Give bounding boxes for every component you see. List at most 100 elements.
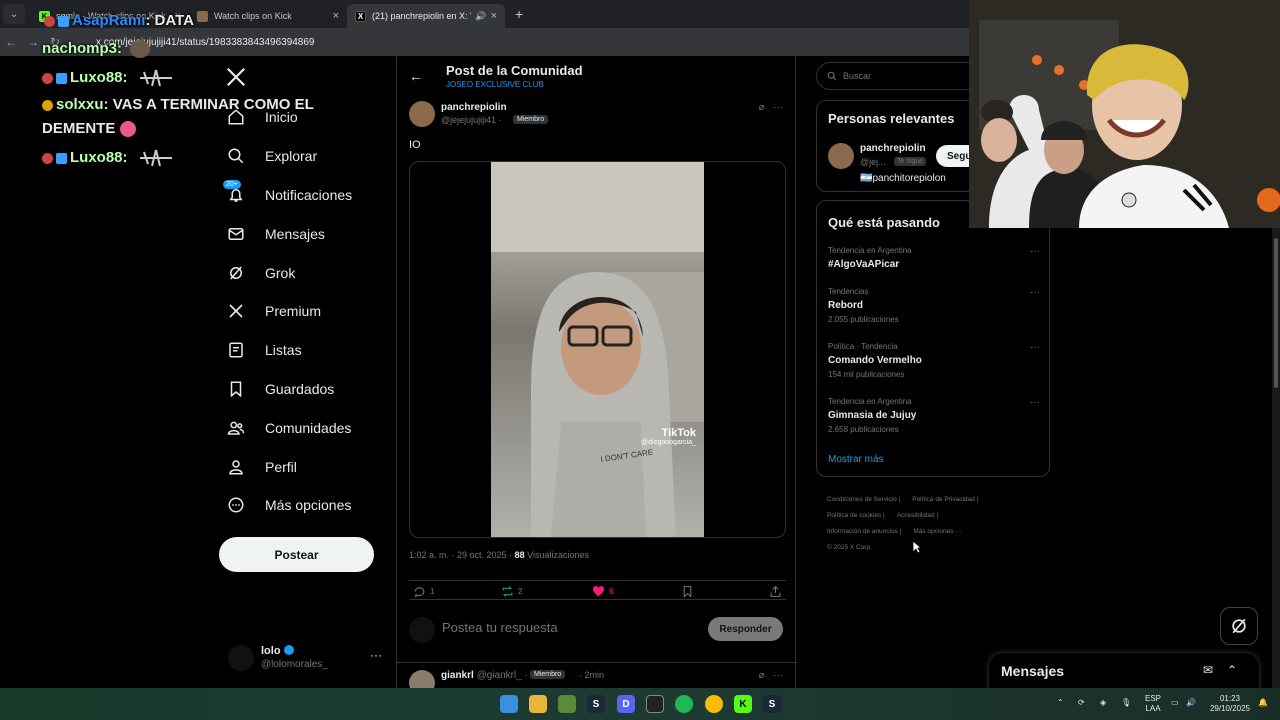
author-name[interactable]: panchrepiolin	[441, 102, 507, 113]
reply-icon	[414, 587, 425, 598]
kick-icon[interactable]: K	[734, 695, 752, 713]
windows-start-icon[interactable]	[500, 695, 518, 713]
sidebar-item-notifications[interactable]: 20+ Notificaciones	[219, 176, 389, 215]
heart-emote-icon	[119, 121, 136, 138]
like-action[interactable]: 6	[592, 585, 613, 598]
mute-tab-icon[interactable]: 🔊	[475, 11, 486, 22]
footer-link[interactable]: Más opciones ···	[913, 528, 961, 535]
file-explorer-icon[interactable]	[529, 695, 547, 713]
video-frame[interactable]: I DON'T CARE TikTok @diegooogarcia_	[491, 162, 704, 537]
badge-icon	[42, 99, 53, 111]
trend-item[interactable]: Política · Tendencia Comando Vermelho 15…	[828, 342, 1040, 379]
back-arrow-icon[interactable]: ←	[409, 68, 423, 84]
forward-arrow-icon[interactable]: →	[22, 35, 44, 49]
sidebar-item-bookmarks[interactable]: Guardados	[219, 370, 389, 409]
post-video[interactable]: I DON'T CARE TikTok @diegooogarcia_	[409, 161, 786, 538]
sidebar-item-communities[interactable]: Comunidades	[219, 408, 389, 447]
sidebar-item-more[interactable]: Más opciones	[219, 486, 389, 525]
messages-drawer[interactable]: Mensajes ✉ ⌃	[989, 653, 1259, 693]
show-more-link[interactable]: Mostrar más	[828, 454, 884, 465]
plane-emote-icon	[139, 149, 172, 167]
community-link[interactable]: JOSEO EXCLUSIVE CLUB	[446, 80, 544, 89]
person-icon	[229, 459, 243, 475]
sidebar-item-label: Explorar	[265, 148, 318, 165]
grok-icon[interactable]: ⌀	[759, 670, 765, 681]
volume-icon[interactable]: 🔊	[1186, 698, 1196, 708]
sidebar-item-label: Perfil	[265, 458, 297, 475]
chat-username: Luxo88	[70, 68, 123, 86]
author-handle[interactable]: @jejejujujiji41 ·	[441, 115, 502, 125]
tab-search-button[interactable]: ⌄	[3, 4, 25, 24]
page-scrollbar[interactable]	[1272, 228, 1280, 688]
avatar[interactable]	[409, 101, 435, 127]
more-dots-icon[interactable]: ···	[1030, 397, 1040, 408]
back-arrow-icon[interactable]: ←	[0, 35, 22, 49]
repost-action[interactable]: 2	[501, 585, 522, 598]
post-button[interactable]: Postear	[219, 537, 374, 572]
discord-icon[interactable]: D	[617, 695, 635, 713]
section-title: Qué está pasando	[828, 215, 940, 230]
close-tab-icon[interactable]: ×	[333, 10, 339, 22]
trend-item[interactable]: Tendencia en Argentina #AlgoVaAPicar ···	[828, 246, 1040, 270]
trend-item[interactable]: Tendencia en Argentina Gimnasia de Jujuy…	[828, 397, 1040, 434]
chevron-up-icon[interactable]: ⌃	[1057, 698, 1064, 708]
heart-icon	[593, 586, 604, 597]
share-action[interactable]	[769, 585, 786, 598]
reply-button[interactable]: Responder	[708, 617, 783, 641]
notification-bell-icon[interactable]: 🔔	[1258, 698, 1268, 708]
steam-icon[interactable]: S	[763, 695, 781, 713]
microphone-icon[interactable]: 🎙	[1121, 698, 1131, 708]
spotify-icon[interactable]	[675, 695, 693, 713]
reply-action[interactable]: 1	[413, 585, 434, 598]
account-switcher[interactable]: lolo @lolomorales_ ···	[228, 645, 388, 675]
copyright: © 2025 X Corp.	[827, 544, 872, 551]
grok-floating-button[interactable]	[1220, 607, 1258, 645]
trend-item[interactable]: Tendencias Rebord 2.055 publicaciones ··…	[828, 287, 1040, 324]
x-logo-icon[interactable]	[225, 66, 247, 88]
more-dots-icon[interactable]: ···	[1030, 246, 1040, 257]
avatar[interactable]	[828, 143, 854, 169]
more-dots-icon[interactable]: ···	[773, 102, 783, 113]
shield-icon[interactable]: ◈	[1100, 698, 1106, 708]
relevant-user-name[interactable]: panchrepiolin	[860, 143, 926, 154]
scrollbar-thumb[interactable]	[1274, 238, 1278, 388]
sidebar-item-messages[interactable]: Mensajes	[219, 214, 389, 253]
clock[interactable]: 01:23 29/10/2025	[1207, 694, 1253, 714]
more-dots-icon[interactable]: ···	[1030, 287, 1040, 298]
sync-icon[interactable]: ⟳	[1078, 698, 1085, 708]
footer-link[interactable]: Política de cookies |	[827, 512, 885, 519]
monitor-icon[interactable]: ▭	[1171, 698, 1179, 708]
close-tab-icon[interactable]: ×	[491, 10, 497, 22]
app-icon[interactable]	[646, 695, 664, 713]
post-detail: ← Post de la Comunidad JOSEO EXCLUSIVE C…	[396, 56, 797, 696]
more-dots-icon[interactable]: ···	[1030, 342, 1040, 353]
sidebar-item-profile[interactable]: Perfil	[219, 447, 389, 486]
sidebar-item-explore[interactable]: Explorar	[219, 137, 389, 176]
steam-icon[interactable]: S	[587, 695, 605, 713]
sidebar-item-grok[interactable]: Grok	[219, 253, 389, 292]
footer-link[interactable]: Accesibilidad |	[897, 512, 938, 519]
footer-link[interactable]: Condiciones de Servicio |	[827, 496, 900, 503]
footer-links: Condiciones de Servicio | Política de Pri…	[827, 492, 1027, 556]
browser-tab[interactable]: Watch clips on Kick ×	[189, 4, 347, 28]
notification-badge: 20+	[223, 179, 241, 189]
footer-link[interactable]: Política de Privacidad |	[912, 496, 978, 503]
reply-input[interactable]: Postea tu respuesta	[442, 620, 558, 635]
new-tab-button[interactable]: +	[515, 6, 523, 22]
sidebar-item-premium[interactable]: Premium	[219, 292, 389, 331]
grok-icon[interactable]: ⌀	[759, 102, 765, 113]
comment-author[interactable]: giankrl @giankrl_ ·	[441, 670, 528, 681]
footer-link[interactable]: Información de anuncios |	[827, 528, 901, 535]
badge-icon	[58, 15, 69, 27]
language-indicator[interactable]: ESP LAA	[1143, 694, 1163, 714]
bookmark-action[interactable]	[681, 585, 698, 598]
chevron-up-icon[interactable]: ⌃	[1227, 663, 1237, 677]
more-dots-icon[interactable]: ···	[370, 648, 382, 662]
trend-context: Política · Tendencia	[828, 342, 898, 351]
browser-tab-active[interactable]: X (21) panchrepiolin en X: "IO 🔊 ×	[347, 4, 505, 28]
chrome-icon[interactable]	[705, 695, 723, 713]
new-message-icon[interactable]: ✉	[1203, 663, 1213, 677]
more-dots-icon[interactable]: ···	[773, 670, 783, 681]
sidebar-item-lists[interactable]: Listas	[219, 331, 389, 370]
app-icon[interactable]	[558, 695, 576, 713]
